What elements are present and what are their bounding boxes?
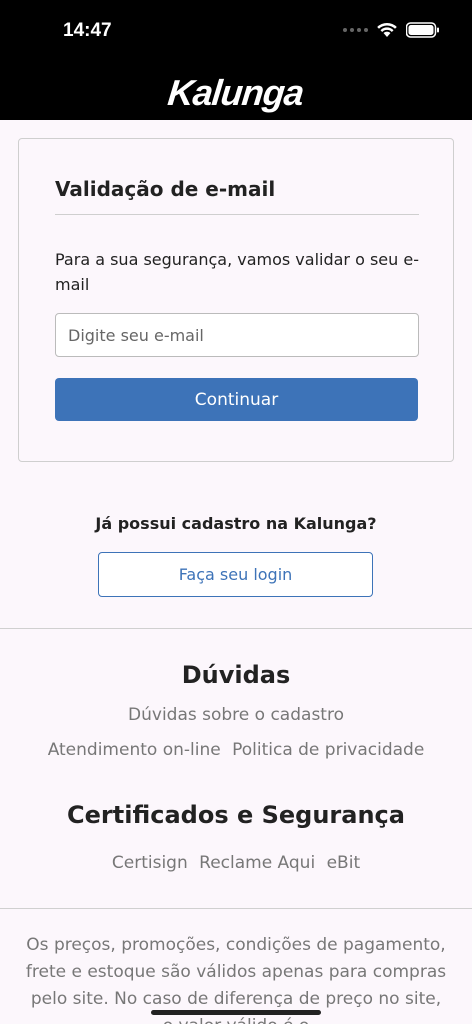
card-title: Validação de e-mail	[55, 177, 276, 201]
wifi-icon	[377, 22, 397, 37]
cellular-signal-icon	[343, 28, 368, 32]
continue-button[interactable]: Continuar	[55, 378, 418, 421]
reclame-aqui-link[interactable]: Reclame Aqui	[199, 853, 315, 873]
privacy-policy-link[interactable]: Politica de privacidade	[232, 740, 424, 760]
section-divider	[0, 628, 472, 629]
doubts-links-row-1: Dúvidas sobre o cadastro	[0, 705, 472, 725]
login-question: Já possui cadastro na Kalunga?	[95, 514, 377, 533]
app-header: Kalunga	[0, 64, 472, 120]
login-button[interactable]: Faça seu login	[98, 552, 373, 597]
email-validation-card: Validação de e-mail Para a sua segurança…	[18, 138, 454, 462]
kalunga-logo[interactable]: Kalunga	[166, 72, 305, 114]
security-heading: Certificados e Segurança	[67, 801, 405, 829]
status-icons	[343, 22, 440, 38]
ebit-link[interactable]: eBit	[327, 853, 361, 873]
battery-icon	[406, 22, 439, 38]
home-indicator[interactable]	[151, 1010, 321, 1015]
certisign-link[interactable]: Certisign	[112, 853, 188, 873]
security-links: Certisign Reclame Aqui eBit	[0, 853, 472, 873]
card-description: Para a sua segurança, vamos validar o se…	[55, 250, 419, 294]
status-time: 14:47	[63, 20, 112, 41]
doubts-heading: Dúvidas	[181, 661, 291, 689]
doubts-links-row-2: Atendimento on-line Politica de privacid…	[0, 740, 472, 760]
doubts-registration-link[interactable]: Dúvidas sobre o cadastro	[128, 705, 344, 725]
card-divider	[55, 214, 419, 215]
section-divider	[0, 908, 472, 909]
online-support-link[interactable]: Atendimento on-line	[48, 740, 221, 760]
email-input[interactable]	[55, 313, 419, 357]
status-bar: 14:47	[0, 0, 472, 64]
